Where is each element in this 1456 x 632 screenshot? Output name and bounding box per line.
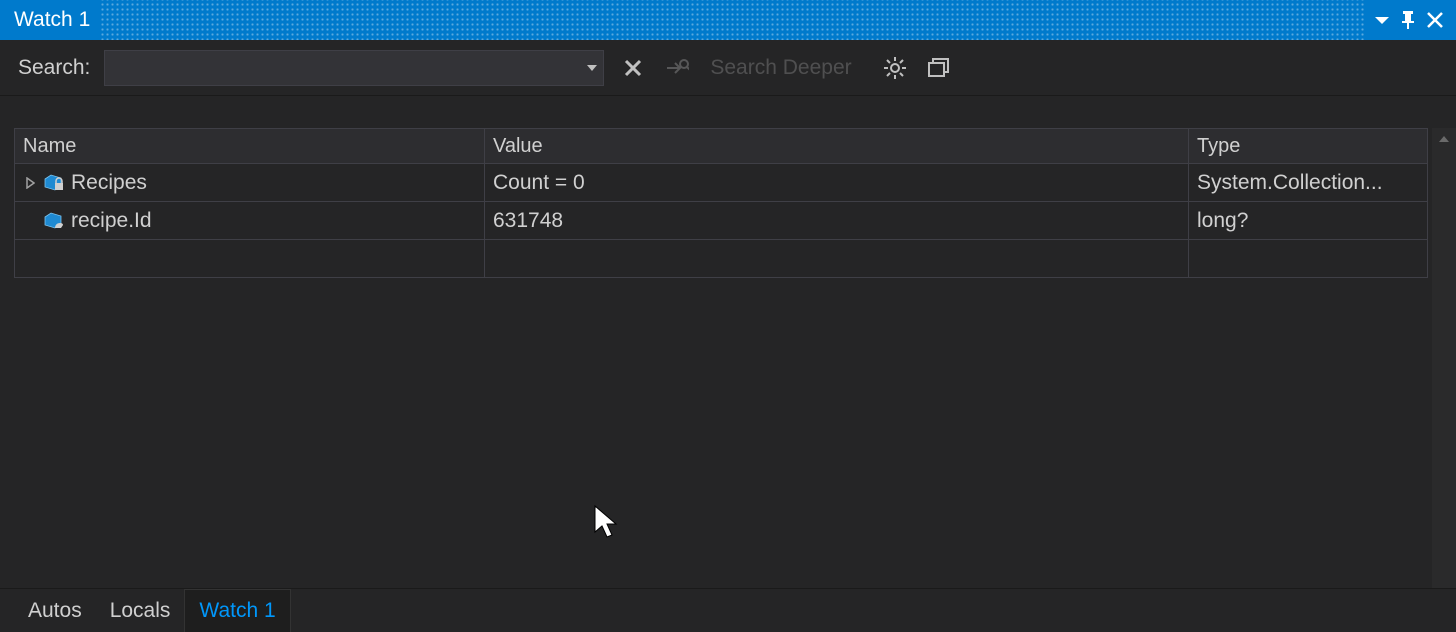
col-header-value[interactable]: Value (485, 129, 1189, 163)
search-combo[interactable] (104, 50, 604, 86)
title-bar: Watch 1 (0, 0, 1456, 40)
tab-watch1[interactable]: Watch 1 (184, 589, 290, 632)
tab-label: Locals (110, 599, 171, 623)
watch-row[interactable]: recipe.Id 631748 long? (14, 202, 1428, 240)
window-title: Watch 1 (14, 8, 90, 32)
watch-value: Count = 0 (485, 164, 1189, 201)
clear-search-icon[interactable] (618, 53, 648, 83)
grid-header: Name Value Type (14, 128, 1428, 164)
pin-icon[interactable] (1400, 10, 1416, 30)
search-dropdown-icon[interactable] (581, 63, 603, 73)
watch-name: Recipes (71, 171, 147, 195)
col-header-name[interactable]: Name (15, 129, 485, 163)
search-deeper-button: Search Deeper (706, 56, 855, 80)
watch-type: System.Collection... (1189, 164, 1427, 201)
tab-autos[interactable]: Autos (14, 589, 96, 632)
windows-stack-icon[interactable] (924, 53, 954, 83)
search-deeper-icon (662, 53, 692, 83)
object-property-icon (43, 212, 65, 230)
watch-grid: Name Value Type Recipes Count = 0 System… (14, 128, 1428, 278)
title-grip[interactable] (100, 0, 1366, 40)
mouse-cursor-icon (593, 504, 619, 546)
watch-name: recipe.Id (71, 209, 152, 233)
col-header-type[interactable]: Type (1189, 129, 1427, 163)
tab-label: Autos (28, 599, 82, 623)
search-input[interactable] (105, 51, 581, 85)
vertical-scrollbar[interactable] (1432, 128, 1456, 588)
tab-locals[interactable]: Locals (96, 589, 185, 632)
watch-grid-area: Name Value Type Recipes Count = 0 System… (0, 96, 1456, 588)
object-locked-icon (43, 174, 65, 192)
tab-label: Watch 1 (199, 599, 275, 623)
window-options-icon[interactable] (1374, 13, 1390, 27)
watch-row[interactable]: Recipes Count = 0 System.Collection... (14, 164, 1428, 202)
settings-gear-icon[interactable] (880, 53, 910, 83)
search-toolbar: Search: Search Deeper (0, 40, 1456, 96)
close-icon[interactable] (1426, 11, 1444, 29)
watch-new-row[interactable] (14, 240, 1428, 278)
search-label: Search: (18, 56, 90, 80)
scroll-up-icon[interactable] (1432, 128, 1456, 150)
watch-value: 631748 (485, 202, 1189, 239)
bottom-tab-strip: Autos Locals Watch 1 (0, 588, 1456, 632)
watch-type: long? (1189, 202, 1427, 239)
expand-icon[interactable] (23, 177, 37, 189)
